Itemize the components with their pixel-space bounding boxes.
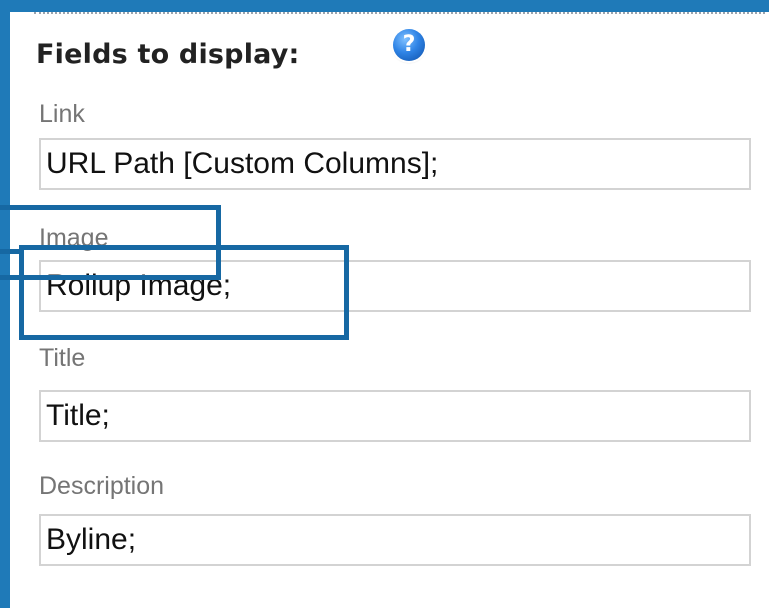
help-icon[interactable]: ?: [393, 29, 425, 61]
section-heading: Fields to display:: [36, 39, 300, 70]
dotted-divider: [34, 12, 765, 14]
field-label-title: Title: [39, 344, 86, 372]
field-input-link[interactable]: URL Path [Custom Columns];: [39, 138, 751, 190]
value-highlight-box: [19, 245, 349, 340]
field-input-description[interactable]: Byline;: [39, 514, 751, 566]
field-label-description: Description: [39, 472, 165, 500]
field-input-title[interactable]: Title;: [39, 390, 751, 442]
field-label-link: Link: [39, 100, 85, 128]
